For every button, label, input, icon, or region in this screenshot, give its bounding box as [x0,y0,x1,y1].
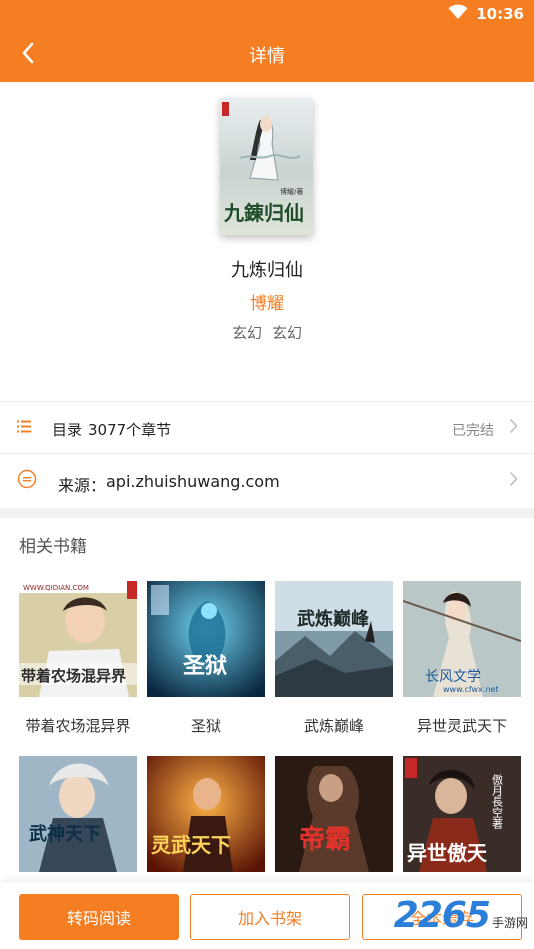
svg-text:圣狱: 圣狱 [183,654,227,679]
svg-text:带着农场混异界: 带着农场混异界 [21,667,126,685]
related-book-cover: 帝霸 [275,756,393,872]
book-cover[interactable]: 博耀/著 九錬归仙 [220,98,313,235]
related-book-title: 异世灵武天下 [416,717,507,735]
related-book-item[interactable]: 圣狱 圣狱 [147,581,265,735]
related-book-cover: 灵武天下 [147,756,265,872]
related-book-item[interactable]: 异世傲天 傲月長空著 [403,756,521,872]
book-info: 博耀/著 九錬归仙 九炼归仙 博耀 玄幻 玄幻 [0,82,534,400]
status-bar: 10:36 [0,0,534,28]
book-tags: 玄幻 玄幻 [0,322,534,343]
svg-text:傲月長空著: 傲月長空著 [491,773,504,830]
related-book-cover: 异世傲天 傲月長空著 [403,756,521,872]
related-book-item[interactable]: WWW.QIDIAN.COM 带着农场混异界 带着农场混异界 [19,581,137,735]
watermark-number: 2265 [393,895,491,936]
related-book-cover: 长风文学 www.cfwx.net [403,581,521,697]
book-title: 九炼归仙 [231,260,303,281]
book-tag: 玄幻 [272,324,303,342]
status-time: 10:36 [476,5,524,23]
book-author[interactable]: 博耀 [0,289,534,314]
source-row[interactable]: 来源： api.zhuishuwang.com [0,453,534,508]
read-button[interactable]: 转码阅读 [19,894,179,940]
cover-author-text: 博耀/著 [280,187,303,196]
chevron-right-icon [509,418,518,438]
catalog-label: 目录 [52,421,83,439]
related-book-item[interactable]: 长风文学 www.cfwx.net 异世灵武天下 [403,581,521,735]
svg-text:武神天下: 武神天下 [29,823,101,845]
watermark-text: 手游网 [491,916,528,930]
svg-text:灵武天下: 灵武天下 [151,833,231,857]
list-icon [17,418,33,437]
completion-status: 已完结 [452,423,494,439]
related-book-item[interactable]: 武炼巅峰 武炼巅峰 [275,581,393,735]
related-book-item[interactable]: 武神天下 [19,756,137,872]
related-book-item[interactable]: 帝霸 [275,756,393,872]
wifi-icon [448,4,468,24]
watermark-logo: 2265 手游网 [394,895,528,936]
book-tag: 玄幻 [231,324,262,342]
source-icon [17,469,37,493]
add-to-shelf-button[interactable]: 加入书架 [190,894,350,940]
related-books-title: 相关书籍 [19,537,87,557]
related-book-title: 武炼巅峰 [303,717,364,735]
page-title: 详情 [249,46,285,67]
source-url: api.zhuishuwang.com [106,472,280,491]
title-bar: 详情 [0,28,534,82]
related-book-title: 圣狱 [190,717,221,735]
svg-text:武炼巅峰: 武炼巅峰 [297,608,370,630]
header: 10:36 详情 [0,0,534,82]
svg-text:www.cfwx.net: www.cfwx.net [443,685,498,694]
source-label: 来源： [58,476,107,495]
catalog-row[interactable]: 目录 3077个章节 已完结 [0,401,534,453]
chevron-right-icon [509,471,518,491]
related-book-item[interactable]: 灵武天下 [147,756,265,872]
chapter-count: 3077个章节 [88,421,172,439]
svg-text:长风文学: 长风文学 [425,669,481,685]
related-book-cover: 圣狱 [147,581,265,697]
svg-text:帝霸: 帝霸 [299,824,351,855]
related-book-cover: 武神天下 [19,756,137,872]
related-book-cover: WWW.QIDIAN.COM 带着农场混异界 [19,581,137,697]
section-divider [0,508,534,518]
svg-text:异世傲天: 异世傲天 [407,841,488,865]
related-book-cover: 武炼巅峰 [275,581,393,697]
app-root: 10:36 详情 博耀/著 九錬归仙 九炼归仙 博耀 玄幻 玄幻 目录 3077… [0,0,534,949]
cover-title-text: 九錬归仙 [223,201,304,225]
related-book-title: 带着农场混异界 [25,717,131,735]
svg-text:WWW.QIDIAN.COM: WWW.QIDIAN.COM [23,584,89,592]
